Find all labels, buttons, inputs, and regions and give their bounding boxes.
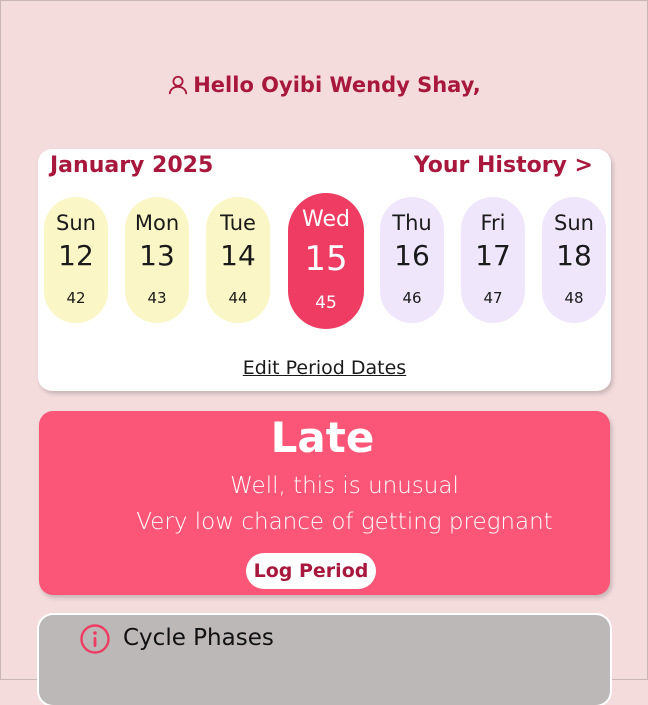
day-name: Sun (554, 211, 594, 235)
day-date: 18 (556, 239, 592, 272)
day-pill[interactable]: Thu 16 46 (380, 197, 444, 323)
day-date: 15 (304, 239, 348, 279)
day-pill[interactable]: Fri 17 47 (461, 197, 525, 323)
greeting-text: Hello Oyibi Wendy Shay, (193, 73, 481, 97)
day-date: 14 (220, 239, 256, 272)
day-pill-today[interactable]: Wed 15 45 (288, 193, 364, 329)
day-pill[interactable]: Sun 18 48 (542, 197, 606, 323)
day-date: 17 (475, 239, 511, 272)
cycle-day: 43 (147, 289, 167, 307)
log-period-button[interactable]: Log Period (246, 553, 376, 589)
day-name: Wed (302, 207, 350, 232)
day-pill[interactable]: Tue 14 44 (206, 197, 270, 323)
day-name: Mon (134, 211, 180, 235)
your-history-link[interactable]: Your History > (414, 153, 593, 178)
cycle-day: 48 (564, 289, 584, 307)
status-message: Well, this is unusual (230, 473, 459, 499)
day-name: Tue (220, 211, 256, 235)
day-pill[interactable]: Sun 12 42 (44, 197, 108, 323)
cycle-day: 46 (402, 289, 422, 307)
calendar-card: January 2025 Your History > Sun 12 42 Mo… (38, 149, 611, 391)
day-pill[interactable]: Mon 13 43 (125, 197, 189, 323)
edit-period-dates-link[interactable]: Edit Period Dates (38, 357, 611, 379)
day-date: 12 (58, 239, 94, 272)
greeting: Hello Oyibi Wendy Shay, (1, 73, 647, 97)
status-card: Late Well, this is unusual Very low chan… (39, 411, 610, 595)
info-icon[interactable] (79, 623, 111, 655)
status-title: Late (270, 413, 375, 462)
cycle-phases-card[interactable]: Cycle Phases (39, 615, 610, 705)
day-date: 13 (139, 239, 175, 272)
cycle-day: 47 (483, 289, 503, 307)
day-name: Sun (56, 211, 96, 235)
cycle-day: 42 (66, 289, 86, 307)
user-icon (169, 75, 188, 95)
pregnancy-chance-text: Very low chance of getting pregnant (136, 509, 553, 535)
cycle-phases-title: Cycle Phases (123, 625, 274, 651)
day-name: Thu (392, 211, 432, 235)
calendar-month: January 2025 (50, 153, 214, 178)
day-date: 16 (394, 239, 430, 272)
cycle-day: 44 (228, 289, 248, 307)
day-name: Fri (480, 211, 506, 235)
cycle-day: 45 (315, 293, 337, 313)
